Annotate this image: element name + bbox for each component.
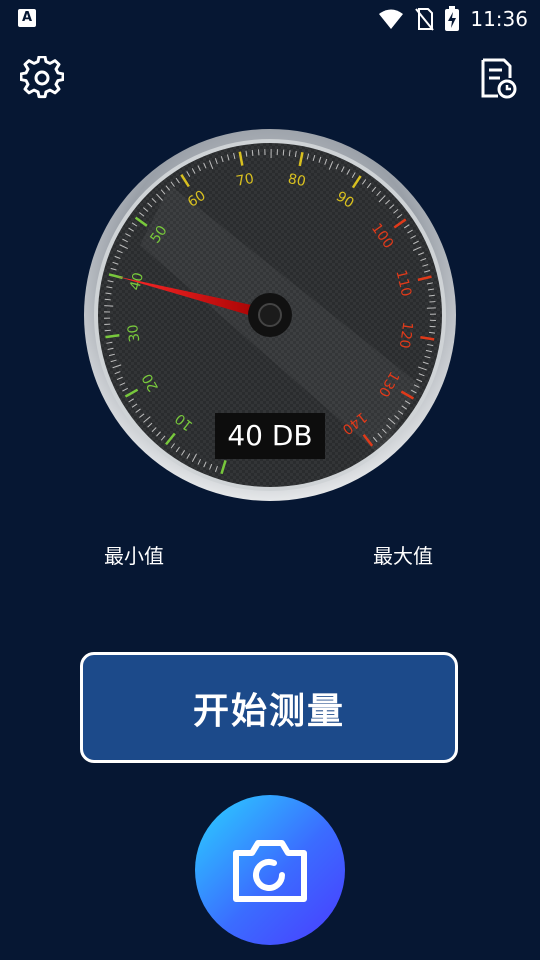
gauge-dial: 0102030405060708090100110120130140 40 DB [84, 129, 456, 501]
status-bar: A 11:36 [0, 0, 540, 38]
history-button[interactable] [474, 56, 518, 100]
gauge-minor-tick [428, 294, 435, 297]
start-measure-button[interactable]: 开始测量 [80, 652, 458, 763]
reading-text: 40 DB [227, 419, 312, 452]
sound-level-gauge: 0102030405060708090100110120130140 40 DB [80, 125, 460, 505]
max-value-label: 最大值 [373, 544, 433, 568]
status-icons: 11:36 [378, 4, 528, 34]
no-sim-icon [415, 8, 435, 31]
status-time: 11:36 [470, 7, 528, 31]
gauge-tick-label: 80 [287, 171, 308, 190]
gauge-minor-tick [251, 149, 254, 156]
gauge-minor-tick [104, 329, 111, 332]
battery-charging-icon [445, 6, 460, 31]
gauge-minor-tick [428, 331, 436, 334]
camera-button[interactable] [195, 795, 345, 945]
min-value-label: 最小值 [104, 544, 164, 568]
app-notification-icon: A [18, 9, 36, 27]
camera-icon [233, 840, 307, 902]
gauge-minor-tick [104, 305, 114, 307]
wifi-icon [379, 9, 404, 29]
gauge-tick-label: 70 [235, 171, 255, 190]
gauge-tick-label: 30 [125, 323, 143, 343]
gauge-minor-tick [104, 298, 111, 301]
settings-button[interactable] [19, 55, 65, 100]
gear-icon [19, 55, 65, 99]
history-document-icon [481, 58, 517, 99]
